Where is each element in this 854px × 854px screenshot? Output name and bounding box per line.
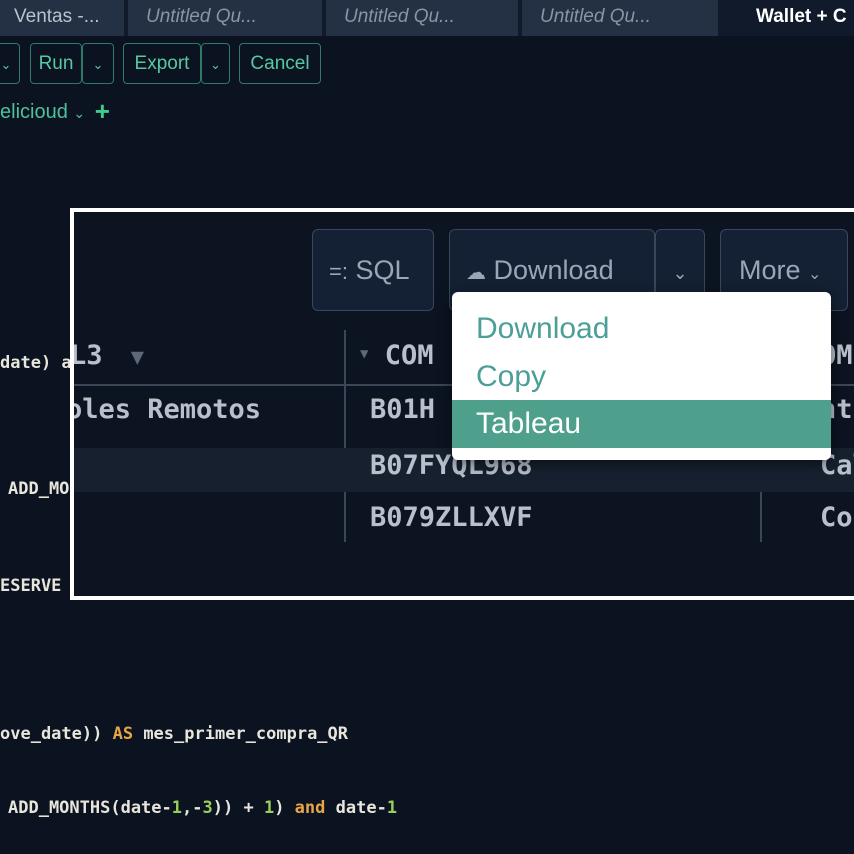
table-cell: oles Remotos (70, 394, 262, 425)
tab-label: Wallet + C (756, 6, 847, 27)
code-line: ADD_MONTHS(date-1,-3)) + 1) and date-1 (8, 798, 398, 818)
connection-name: elicioud (0, 101, 68, 123)
run-dropdown-button[interactable]: ⌄ (82, 43, 114, 84)
chevron-down-icon: ⌄ (92, 57, 104, 72)
code-line: ove_date)) AS mes_primer_compra_QR (0, 724, 349, 744)
sort-icon[interactable]: ▼ (360, 346, 368, 362)
download-menu: Download Copy Tableau (452, 292, 831, 460)
chevron-down-icon: ⌄ (210, 57, 221, 72)
tab-wallet[interactable]: Wallet + C (738, 0, 854, 36)
table-cell: B01H (370, 394, 436, 425)
connection-selector[interactable]: elicioud ⌄ + (0, 96, 110, 127)
cancel-button[interactable]: Cancel (239, 43, 321, 84)
export-button[interactable]: Export (123, 43, 201, 84)
menu-item-label: Tableau (476, 407, 582, 440)
chevron-down-icon: ⌄ (672, 263, 688, 283)
tab-label: Untitled Qu... (540, 6, 651, 27)
sql-button[interactable]: =: SQL (312, 229, 434, 311)
tab-untitled-2[interactable]: Untitled Qu... (326, 0, 518, 36)
run-label: Run (38, 53, 74, 74)
tab-ventas[interactable]: Ventas -... (0, 0, 124, 36)
code-line: ADD_MO (8, 479, 70, 499)
chevron-down-icon: ⌄ (0, 57, 12, 72)
code-line: ESERVE (0, 576, 62, 596)
tab-label: Ventas -... (14, 6, 100, 27)
column-header-label: COM (384, 340, 434, 371)
column-header[interactable]: L3 ▼ (70, 340, 144, 371)
more-label: More (739, 255, 801, 285)
add-connection-icon[interactable]: + (95, 96, 110, 126)
sql-label: SQL (355, 255, 410, 285)
tab-bar: Ventas -... Untitled Qu... Untitled Qu..… (0, 0, 854, 36)
cancel-label: Cancel (250, 53, 310, 74)
chevron-down-icon: ⌄ (73, 105, 86, 121)
code-line: date) a (0, 353, 72, 373)
run-button[interactable]: Run (30, 43, 82, 84)
menu-item-label: Download (476, 312, 610, 345)
cloud-download-icon: ☁ (466, 262, 486, 284)
chevron-down-icon: ⌄ (808, 266, 822, 283)
tab-label: Untitled Qu... (344, 6, 455, 27)
column-header-label: L3 (70, 340, 103, 371)
table-cell: B079ZLLXVF (370, 502, 533, 533)
filter-icon[interactable]: ▼ (131, 345, 144, 370)
menu-item-copy[interactable]: Copy (452, 353, 831, 401)
format-dropdown-button[interactable]: ⌄ (0, 43, 20, 84)
export-dropdown-button[interactable]: ⌄ (201, 43, 230, 84)
menu-item-label: Copy (476, 360, 547, 393)
export-label: Export (134, 53, 190, 74)
download-label: Download (493, 255, 614, 285)
menu-item-download[interactable]: Download (452, 305, 831, 353)
tab-label: Untitled Qu... (146, 6, 257, 27)
column-header[interactable]: ▼ COM (360, 340, 433, 371)
menu-item-tableau[interactable]: Tableau (452, 400, 831, 448)
tab-untitled-1[interactable]: Untitled Qu... (128, 0, 322, 36)
sql-icon: =: (329, 259, 348, 284)
table-cell: Cons (820, 502, 854, 533)
tab-untitled-3[interactable]: Untitled Qu... (522, 0, 718, 36)
column-divider (344, 330, 346, 542)
